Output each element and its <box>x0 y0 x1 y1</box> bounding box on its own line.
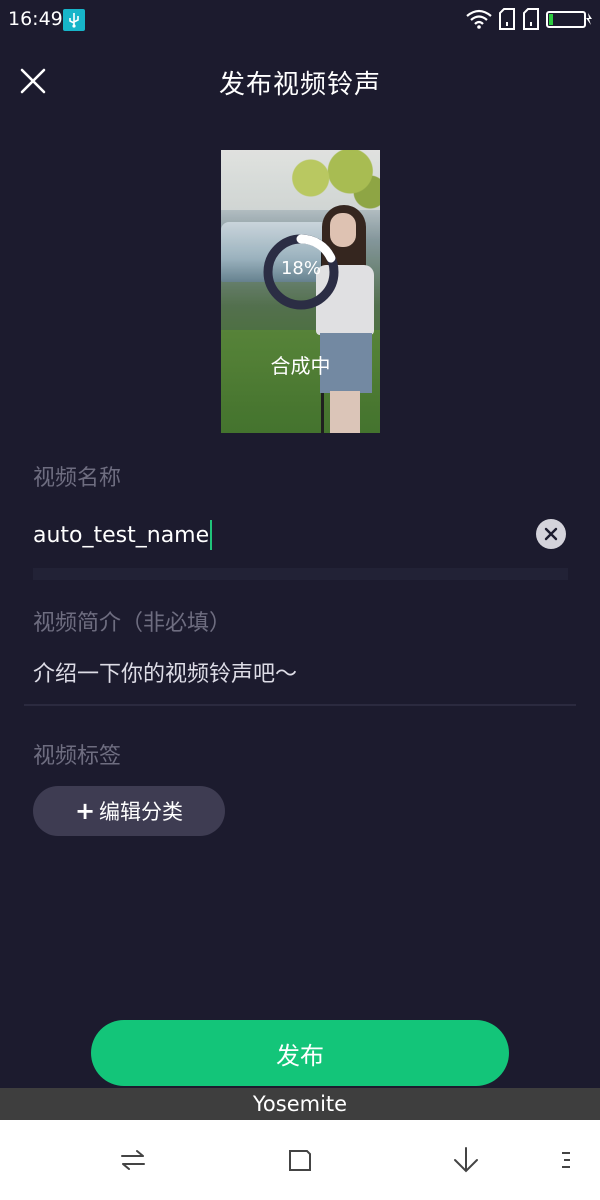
navigation-bar <box>0 1120 600 1200</box>
wifi-icon <box>466 9 492 33</box>
usb-icon <box>63 9 85 31</box>
publish-button[interactable]: 发布 <box>91 1020 509 1086</box>
menu-icon <box>562 1152 570 1168</box>
publish-video-ringtone-screen: 16:49 发布视频铃声 18% 合成中 视频名称 auto_test_name… <box>0 0 600 1200</box>
back-icon <box>454 1147 478 1173</box>
progress-percent: 18% <box>280 258 321 279</box>
home-button[interactable] <box>282 1142 318 1178</box>
tag-label: 视频标签 <box>33 744 122 769</box>
yosemite-bar: Yosemite <box>0 1088 600 1120</box>
switch-apps-button[interactable] <box>115 1142 151 1178</box>
status-bar: 16:49 <box>0 0 600 40</box>
battery-icon <box>546 9 594 33</box>
desc-input[interactable]: 介绍一下你的视频铃声吧～ <box>33 656 563 688</box>
name-label: 视频名称 <box>33 466 122 491</box>
edit-category-label: 编辑分类 <box>99 800 184 824</box>
text-caret <box>210 520 213 550</box>
sim1-icon <box>498 8 516 34</box>
status-icons <box>466 8 594 34</box>
header: 发布视频铃声 <box>0 52 600 112</box>
edit-category-button[interactable]: + 编辑分类 <box>33 786 225 836</box>
name-input-value: auto_test_name <box>33 522 210 548</box>
clear-icon <box>544 527 558 541</box>
composing-status: 合成中 <box>270 354 331 378</box>
back-button[interactable] <box>448 1142 484 1178</box>
menu-button[interactable] <box>548 1142 584 1178</box>
video-preview[interactable]: 18% 合成中 <box>221 150 380 433</box>
clear-name-button[interactable] <box>536 519 566 549</box>
status-time: 16:49 <box>8 8 63 30</box>
page-title: 发布视频铃声 <box>218 70 381 100</box>
plus-icon: + <box>74 797 96 825</box>
sim2-icon <box>522 8 540 34</box>
name-divider <box>33 568 568 580</box>
home-icon <box>289 1150 311 1171</box>
desc-label: 视频简介（非必填） <box>33 611 232 636</box>
desc-divider <box>24 704 576 706</box>
name-input[interactable]: auto_test_name <box>33 515 523 555</box>
switch-icon <box>121 1150 145 1170</box>
